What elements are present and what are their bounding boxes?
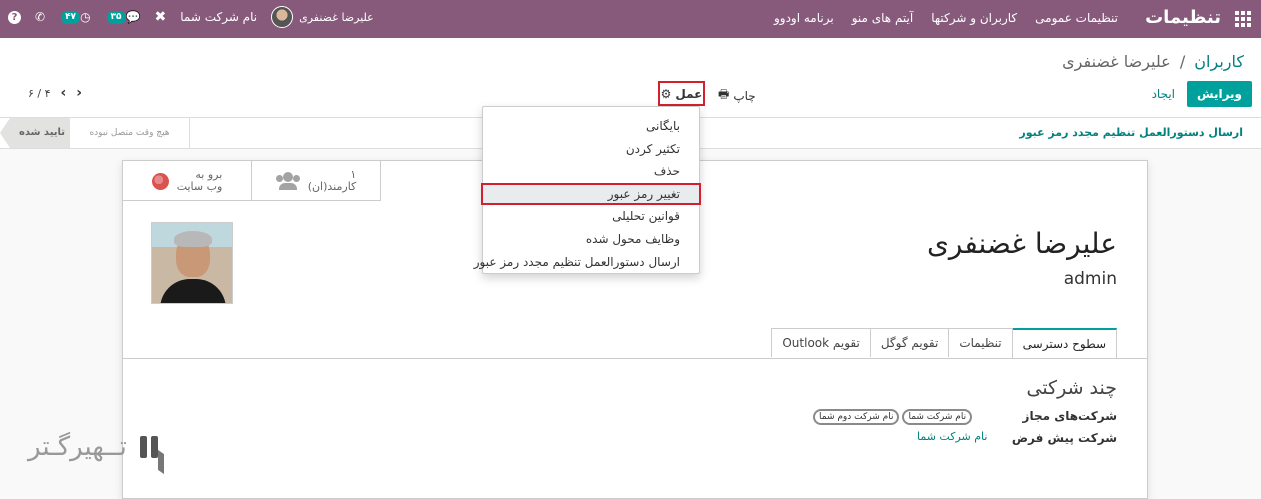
- create-button[interactable]: ایجاد: [1152, 87, 1175, 101]
- pager-next-icon[interactable]: ‹: [76, 85, 82, 101]
- activities-icon[interactable]: ◷ ۴۷: [59, 10, 91, 24]
- company-switcher[interactable]: نام شرکت شما: [180, 10, 257, 24]
- pager: ‹ › ۶ / ۴: [10, 85, 82, 101]
- globe-icon: [151, 172, 169, 190]
- breadcrumb: کاربران / علیرضا غضنفری: [1062, 52, 1244, 71]
- menu-item-change-password[interactable]: تغییر رمز عبور: [481, 182, 701, 206]
- user-avatar: [271, 6, 294, 28]
- breadcrumb-users[interactable]: کاربران: [1194, 52, 1244, 71]
- menu-item-analytic-rules[interactable]: قوانین تحلیلی: [483, 205, 699, 228]
- action-button[interactable]: عمل ⚙: [658, 81, 705, 106]
- menu-users-companies[interactable]: کاربران و شرکتها: [931, 11, 1017, 25]
- default-company-label: شرکت پیش فرض: [1011, 431, 1117, 445]
- multi-company-title: چند شرکتی: [1026, 377, 1117, 399]
- chat-bubbles-icon: 💬: [125, 10, 141, 24]
- apps-menu-icon[interactable]: [1235, 11, 1251, 27]
- app-title[interactable]: تنظیمات: [1145, 7, 1221, 28]
- activities-badge: ۴۷: [61, 10, 81, 24]
- messages-icon[interactable]: 💬 ۳۵: [105, 10, 141, 24]
- stage-never-connected: هیچ وقت متصل نبوده: [70, 118, 190, 148]
- default-company-link[interactable]: نام شرکت شما: [917, 430, 987, 443]
- tab-google-calendar[interactable]: تقویم گوگل: [869, 328, 950, 357]
- send-reset-instructions-button[interactable]: ارسال دستورالعمل تنظیم مجدد رمز عبور: [1019, 126, 1243, 139]
- notebook-tabs: سطوح دسترسی تنظیمات تقویم گوگل تقویم Out…: [771, 328, 1117, 359]
- stage-confirmed: تایید شده: [0, 118, 70, 148]
- tab-divider: [123, 358, 1147, 359]
- top-navbar: تنظیمات تنظیمات عمومی کاربران و شرکتها آ…: [0, 0, 1261, 38]
- pager-previous-icon[interactable]: ›: [61, 85, 67, 101]
- watermark-text: تــهیرگـتر: [28, 432, 127, 462]
- phone-icon[interactable]: ✆: [35, 10, 45, 24]
- menu-item-duplicate[interactable]: تکثیر کردن: [483, 138, 699, 161]
- tab-access-rights[interactable]: سطوح دسترسی: [1011, 328, 1117, 359]
- user-photo[interactable]: [151, 222, 233, 304]
- menu-menu-items[interactable]: آیتم های منو: [852, 11, 914, 25]
- tab-preferences[interactable]: تنظیمات: [948, 328, 1013, 357]
- menu-general-settings[interactable]: تنظیمات عمومی: [1035, 11, 1118, 25]
- debug-tools-icon[interactable]: ✖: [155, 9, 167, 25]
- breadcrumb-separator: /: [1179, 52, 1186, 71]
- allowed-companies-tags: نام شرکت دوم شما نام شرکت شما: [813, 409, 973, 425]
- printer-icon: 🖶: [718, 87, 730, 101]
- menu-item-send-reset-instructions[interactable]: ارسال دستورالعمل تنظیم مجدد رمز عبور: [474, 251, 699, 274]
- systray: علیرضا غضنفری نام شرکت شما ✖ 💬 ۳۵ ◷ ۴۷ ✆…: [8, 6, 374, 28]
- action-dropdown-menu: بایگانی تکثیر کردن حذف تغییر رمز عبور قو…: [474, 106, 701, 274]
- go-to-website-button[interactable]: برو به وب سایت: [123, 161, 252, 201]
- employees-label: کارمند(ان): [307, 180, 357, 193]
- main-menu: تنظیمات عمومی کاربران و شرکتها آیتم های …: [774, 11, 1118, 25]
- action-label: عمل: [675, 86, 703, 101]
- company-tag[interactable]: نام شرکت دوم شما: [813, 409, 900, 425]
- company-name: نام شرکت شما: [180, 10, 258, 24]
- login-field: admin: [1063, 269, 1117, 289]
- breadcrumb-current: علیرضا غضنفری: [1062, 52, 1171, 71]
- user-menu[interactable]: علیرضا غضنفری: [271, 6, 374, 28]
- pager-value[interactable]: ۶ / ۴: [28, 87, 51, 100]
- user-name-field: علیرضا غضنفری: [927, 227, 1117, 260]
- tab-outlook-calendar[interactable]: تقویم Outlook: [771, 328, 871, 357]
- website-line2: وب سایت: [176, 180, 223, 193]
- clock-icon: ◷: [80, 10, 91, 24]
- menu-item-delete[interactable]: حذف: [483, 160, 699, 183]
- print-label: چاپ: [733, 88, 756, 103]
- company-tag[interactable]: نام شرکت شما: [902, 409, 973, 425]
- print-button[interactable]: چاپ 🖶: [718, 85, 756, 106]
- help-icon[interactable]: ?: [8, 10, 21, 24]
- smart-button-box: برو به وب سایت ۱ کارمند(ان): [123, 161, 381, 201]
- allowed-companies-label: شرکت‌های مجاز: [1022, 409, 1117, 423]
- employees-button[interactable]: ۱ کارمند(ان): [252, 161, 381, 201]
- watermark-logo-icon: [138, 434, 166, 475]
- edit-button[interactable]: ویرایش: [1186, 81, 1252, 107]
- users-icon: [275, 172, 300, 190]
- status-stages: تایید شده هیچ وقت متصل نبوده: [0, 118, 190, 148]
- messages-badge: ۳۵: [106, 10, 126, 24]
- gear-icon: ⚙: [660, 86, 672, 101]
- menu-odoo-apps[interactable]: برنامه اودوو: [774, 11, 834, 25]
- menu-item-assigned-tasks[interactable]: وظایف محول شده: [483, 228, 699, 251]
- menu-item-archive[interactable]: بایگانی: [483, 115, 699, 138]
- user-name: علیرضا غضنفری: [299, 10, 374, 24]
